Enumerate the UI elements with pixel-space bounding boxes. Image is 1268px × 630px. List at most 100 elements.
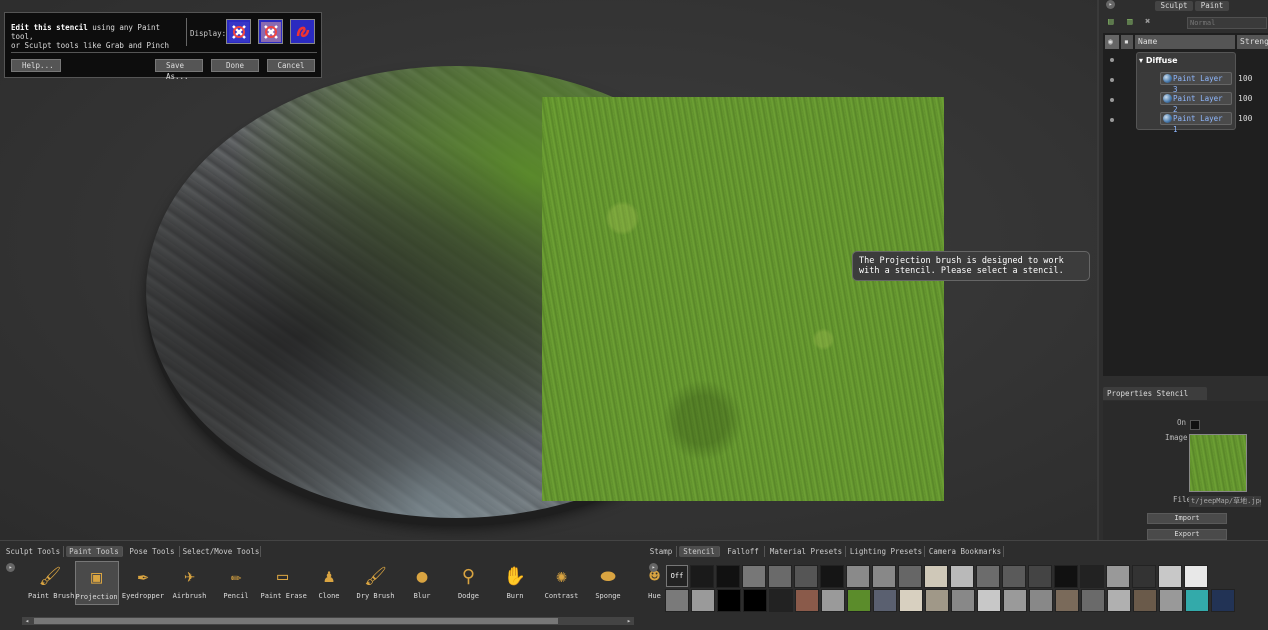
scrollbar-thumb[interactable] — [34, 618, 558, 624]
add-group-icon[interactable]: ▥ — [1127, 18, 1136, 27]
blend-mode-select[interactable]: Normal — [1187, 17, 1267, 29]
tool-paint-brush[interactable]: 🖌 Paint Brush — [28, 561, 74, 605]
expand-icon[interactable]: ▸ — [1106, 0, 1115, 9]
tool-blur[interactable]: ● Blur — [400, 561, 444, 605]
stencil-swatch[interactable] — [873, 589, 897, 612]
stencil-swatch[interactable] — [1055, 589, 1079, 612]
stencil-swatch[interactable] — [768, 565, 792, 588]
tab-lighting-presets[interactable]: Lighting Presets — [848, 546, 925, 557]
stencil-swatch[interactable] — [820, 565, 844, 588]
scroll-left-icon[interactable]: ◂ — [22, 617, 32, 625]
stencil-swatch[interactable] — [898, 565, 922, 588]
tab-paint-tools[interactable]: Paint Tools — [66, 546, 123, 557]
stencil-swatch[interactable] — [716, 565, 740, 588]
trash-icon[interactable]: ✖ — [1145, 18, 1154, 27]
stencil-swatch[interactable] — [1185, 589, 1209, 612]
file-path-field[interactable]: t/jeepMap/草地.jpg — [1189, 496, 1261, 507]
tool-contrast[interactable]: ✺ Contrast — [540, 561, 584, 605]
stencil-swatch[interactable] — [872, 565, 896, 588]
display-mode-1-icon[interactable] — [226, 19, 251, 44]
display-mode-2-icon[interactable] — [258, 19, 283, 44]
stencil-swatch[interactable] — [794, 565, 818, 588]
done-button[interactable]: Done — [211, 59, 259, 72]
visibility-dot-icon[interactable] — [1110, 98, 1114, 102]
tab-sculpt-tools[interactable]: Sculpt Tools — [3, 546, 64, 557]
tool-airbrush[interactable]: ✈ Airbrush — [168, 561, 212, 605]
tool-pencil[interactable]: ✏ Pencil — [214, 561, 258, 605]
stencil-swatch[interactable] — [1054, 565, 1078, 588]
layer-strength[interactable]: 100 — [1238, 114, 1252, 123]
save-as-button[interactable]: Save As... — [155, 59, 203, 81]
stencil-swatch[interactable] — [1107, 589, 1131, 612]
stencil-swatch[interactable] — [1158, 565, 1182, 588]
stencil-swatch[interactable] — [795, 589, 819, 612]
stencil-swatch[interactable] — [1003, 589, 1027, 612]
stencil-swatch[interactable] — [846, 565, 870, 588]
layer-strength[interactable]: 100 — [1238, 94, 1252, 103]
layer-group-diffuse[interactable]: ▾ Diffuse Paint Layer 3 Paint Layer 2 Pa… — [1136, 52, 1236, 134]
tool-paint-erase[interactable]: ▭ Paint Erase — [261, 561, 307, 605]
expand-icon[interactable]: ▸ — [6, 563, 15, 572]
stencil-swatch[interactable] — [1002, 565, 1026, 588]
expand-icon[interactable]: ▸ — [649, 563, 658, 572]
layer-strength[interactable]: 100 — [1238, 74, 1252, 83]
display-mode-3-icon[interactable] — [290, 19, 315, 44]
stencil-swatch[interactable] — [1028, 565, 1052, 588]
stencil-swatch[interactable] — [691, 589, 715, 612]
stencil-swatch[interactable] — [1080, 565, 1104, 588]
visibility-dot-icon[interactable] — [1110, 58, 1114, 62]
3d-viewport[interactable]: The Projection brush is designed to work… — [0, 0, 1097, 540]
stencil-swatch[interactable] — [1211, 589, 1235, 612]
stencil-swatch[interactable] — [1184, 565, 1208, 588]
stencil-swatch[interactable] — [950, 565, 974, 588]
stencil-swatch[interactable] — [1106, 565, 1130, 588]
tab-pose-tools[interactable]: Pose Tools — [125, 546, 180, 557]
lock-icon[interactable]: ▪ — [1121, 35, 1133, 49]
stencil-image-thumbnail[interactable] — [1189, 434, 1247, 492]
tab-falloff[interactable]: Falloff — [722, 546, 765, 557]
tab-sculpt[interactable]: Sculpt — [1155, 1, 1193, 11]
stencil-swatch[interactable] — [1159, 589, 1183, 612]
visibility-dot-icon[interactable] — [1110, 78, 1114, 82]
stencil-off-button[interactable]: Off — [666, 565, 688, 587]
stencil-swatch[interactable] — [743, 589, 767, 612]
stencil-swatch[interactable] — [847, 589, 871, 612]
tools-scrollbar[interactable]: ◂ ▸ — [22, 617, 634, 625]
stencil-swatch[interactable] — [977, 589, 1001, 612]
visibility-dot-icon[interactable] — [1110, 118, 1114, 122]
tab-paint[interactable]: Paint — [1195, 1, 1229, 11]
import-button[interactable]: Import — [1147, 513, 1227, 524]
stencil-swatch[interactable] — [821, 589, 845, 612]
stencil-swatch[interactable] — [742, 565, 766, 588]
grass-stencil-overlay[interactable] — [542, 97, 944, 501]
visibility-eye-icon[interactable]: ◉ — [1105, 35, 1119, 49]
layer-item-2[interactable]: Paint Layer 2 — [1160, 92, 1232, 114]
stencil-swatch[interactable] — [769, 589, 793, 612]
tool-burn[interactable]: ✋ Burn — [493, 561, 537, 605]
layer-item-1[interactable]: Paint Layer 1 — [1160, 112, 1232, 134]
stencil-swatch[interactable] — [717, 589, 741, 612]
add-layer-icon[interactable]: ▤ — [1108, 18, 1117, 27]
tab-camera-bookmarks[interactable]: Camera Bookmarks — [927, 546, 1004, 557]
tab-stencil[interactable]: Stencil — [679, 546, 720, 557]
stencil-swatch[interactable] — [925, 589, 949, 612]
scroll-right-icon[interactable]: ▸ — [624, 617, 634, 625]
tool-eyedropper[interactable]: ✒ Eyedropper — [121, 561, 165, 605]
export-button[interactable]: Export — [1147, 529, 1227, 540]
column-name[interactable]: Name — [1135, 35, 1235, 49]
on-checkbox[interactable] — [1190, 420, 1200, 430]
cancel-button[interactable]: Cancel — [267, 59, 315, 72]
stencil-swatch[interactable] — [924, 565, 948, 588]
layer-item-3[interactable]: Paint Layer 3 — [1160, 72, 1232, 94]
stencil-swatch[interactable] — [1133, 589, 1157, 612]
stencil-swatch[interactable] — [665, 589, 689, 612]
stencil-swatch[interactable] — [951, 589, 975, 612]
tool-dry-brush[interactable]: 🖌 Dry Brush — [354, 561, 398, 605]
tab-select-move-tools[interactable]: Select/Move Tools — [182, 546, 261, 557]
tool-clone[interactable]: ♟ Clone — [307, 561, 351, 605]
column-strength[interactable]: Strength — [1237, 35, 1268, 49]
stencil-swatch[interactable] — [1081, 589, 1105, 612]
stencil-swatch[interactable] — [1132, 565, 1156, 588]
stencil-swatch[interactable] — [899, 589, 923, 612]
tool-projection[interactable]: ▣ Projection — [74, 561, 119, 605]
